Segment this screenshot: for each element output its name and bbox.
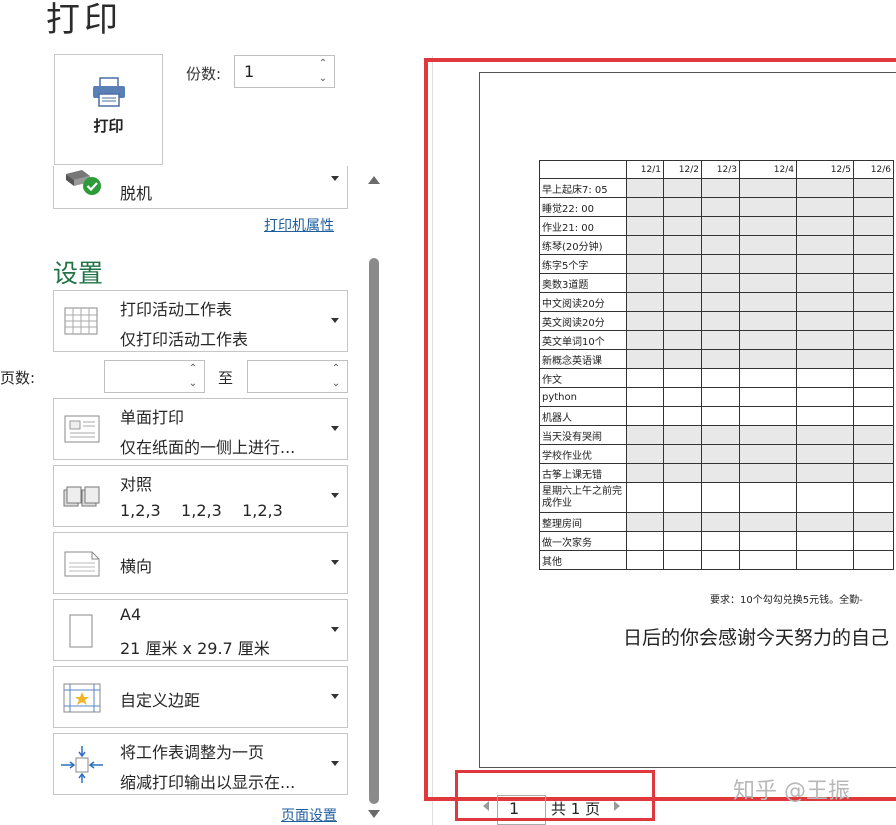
chevron-down-icon — [331, 176, 339, 181]
chevron-down-icon — [331, 694, 339, 699]
margins-dropdown[interactable]: 自定义边距 — [53, 666, 348, 728]
option-line1: 对照 — [120, 475, 153, 494]
preview-highlight-box — [424, 58, 896, 801]
pages-to-input[interactable]: ⌃ ⌄ — [247, 360, 348, 393]
scaling-dropdown[interactable]: 将工作表调整为一页 缩减打印输出以显示在... — [53, 733, 348, 795]
chevron-up-icon[interactable]: ⌃ — [187, 364, 199, 374]
pages-from-input[interactable]: ⌃ ⌄ — [104, 360, 205, 393]
chevron-down-icon — [331, 560, 339, 565]
worksheet-icon — [64, 307, 98, 335]
page-setup-link[interactable]: 页面设置 — [281, 805, 337, 825]
printer-ready-icon — [66, 170, 101, 195]
option-line1: 自定义边距 — [120, 691, 201, 710]
option-line1: 将工作表调整为一页 — [120, 743, 265, 762]
scroll-thumb[interactable] — [369, 258, 379, 804]
chevron-down-icon — [331, 761, 339, 766]
landscape-icon — [64, 551, 100, 577]
margins-icon — [63, 683, 101, 713]
chevron-down-icon — [331, 627, 339, 632]
settings-title: 设置 — [53, 259, 104, 288]
fit-to-page-icon — [61, 746, 103, 783]
copies-input[interactable]: 1 ⌃ ⌄ — [234, 55, 335, 88]
chevron-down-icon — [331, 318, 339, 323]
scroll-up-arrow-icon[interactable] — [368, 176, 380, 184]
option-line2: 21 厘米 x 29.7 厘米 — [120, 639, 270, 658]
scroll-down-arrow-icon[interactable] — [368, 810, 380, 818]
printer-icon — [93, 77, 125, 107]
pages-to-label: 至 — [218, 369, 234, 387]
chevron-down-icon — [331, 493, 339, 498]
collate-icon — [63, 486, 100, 507]
one-sided-icon — [64, 415, 100, 443]
option-line1: 单面打印 — [120, 408, 185, 427]
paper-size-icon — [69, 614, 93, 648]
chevron-up-icon[interactable]: ⌃ — [317, 59, 329, 69]
paper-size-dropdown[interactable]: A4 21 厘米 x 29.7 厘米 — [53, 599, 348, 661]
option-line1: 打印活动工作表 — [120, 300, 233, 319]
option-line2: 缩减打印输出以显示在... — [120, 773, 296, 792]
watermark: 知乎 @王振 — [733, 779, 850, 804]
printer-dropdown[interactable]: 脱机 — [53, 166, 348, 209]
option-line1: 横向 — [120, 557, 153, 576]
chevron-down-icon — [331, 426, 339, 431]
print-button-label: 打印 — [93, 117, 124, 135]
option-line2: 仅在纸面的一侧上进行... — [120, 438, 296, 457]
orientation-dropdown[interactable]: 横向 — [53, 532, 348, 594]
print-button[interactable]: 打印 — [54, 54, 163, 165]
option-line2: 1,2,3 1,2,3 1,2,3 — [120, 501, 283, 520]
sides-dropdown[interactable]: 单面打印 仅在纸面的一侧上进行... — [53, 398, 348, 460]
page-title: 打印 — [46, 0, 122, 40]
print-what-dropdown[interactable]: 打印活动工作表 仅打印活动工作表 — [53, 290, 348, 352]
chevron-down-icon[interactable]: ⌄ — [330, 379, 342, 389]
pages-label: 页数: — [0, 369, 36, 387]
chevron-down-icon[interactable]: ⌄ — [317, 74, 329, 84]
collate-dropdown[interactable]: 对照 1,2,3 1,2,3 1,2,3 — [53, 465, 348, 527]
option-line1: A4 — [120, 605, 142, 624]
printer-name: 脱机 — [120, 184, 153, 203]
chevron-up-icon[interactable]: ⌃ — [330, 364, 342, 374]
pager-highlight-box — [455, 770, 655, 821]
copies-value: 1 — [244, 62, 255, 81]
copies-label: 份数: — [186, 65, 222, 83]
option-line2: 仅打印活动工作表 — [120, 330, 249, 349]
printer-properties-link[interactable]: 打印机属性 — [264, 215, 334, 235]
chevron-down-icon[interactable]: ⌄ — [187, 379, 199, 389]
